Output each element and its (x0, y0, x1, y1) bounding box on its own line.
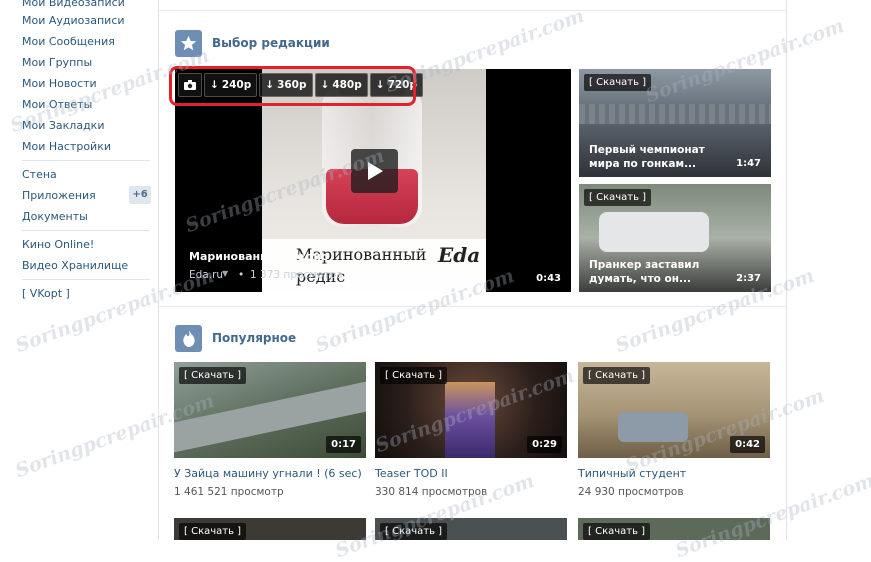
play-button[interactable] (351, 149, 398, 193)
duration-badge: 0:29 (527, 436, 562, 453)
sidebar-divider (22, 279, 150, 280)
featured-video-source[interactable]: Eda.ru (189, 269, 223, 281)
sidebar-item-audio[interactable]: Мои Аудиозаписи (22, 12, 125, 30)
video-frame (579, 104, 771, 124)
duration-badge: 1:47 (736, 158, 761, 169)
featured-video-title[interactable]: Маринованный редис (189, 250, 328, 263)
sidebar-item-video-storage[interactable]: Видео Хранилище (22, 257, 128, 275)
section-divider (158, 10, 787, 11)
download-button[interactable]: [ Скачать ] (179, 367, 247, 384)
side-video-1[interactable]: [ Скачать ] Первый чемпионат мира по гон… (579, 69, 771, 177)
sidebar-item-messages[interactable]: Мои Сообщения (22, 33, 115, 51)
popular-video-1[interactable]: [ Скачать ] 0:17 (174, 362, 366, 458)
duration-badge: 2:37 (736, 273, 761, 284)
video-views: 24 930 просмотров (578, 486, 684, 498)
video-frame (618, 412, 688, 442)
popular-video-4[interactable]: [ Скачать ] (174, 518, 366, 540)
sidebar-item-wall[interactable]: Стена (22, 166, 57, 184)
video-title[interactable]: Первый чемпионат мира по гонкам... (589, 143, 707, 171)
left-sidebar: Мои Видеозаписи Мои Аудиозаписи Мои Сооб… (0, 0, 158, 540)
star-icon (175, 30, 202, 57)
video-frame (599, 212, 709, 252)
section-divider (158, 306, 787, 307)
sidebar-divider (22, 160, 150, 161)
side-video-2[interactable]: [ Скачать ] Пранкер заставил думать, что… (579, 184, 771, 292)
sidebar-item-settings[interactable]: Мои Настройки (22, 138, 111, 156)
duration-badge: 0:42 (730, 436, 765, 453)
download-button[interactable]: [ Скачать ] (584, 74, 652, 91)
sidebar-divider (22, 230, 150, 231)
sidebar-item-answers[interactable]: Мои Ответы (22, 96, 92, 114)
download-button[interactable]: [ Скачать ] (583, 367, 651, 384)
sidebar-item-documents[interactable]: Документы (22, 208, 88, 226)
video-title[interactable]: Пранкер заставил думать, что он... (589, 258, 707, 286)
popular-title: Популярное (212, 331, 297, 345)
download-button[interactable]: [ Скачать ] (380, 523, 448, 540)
apps-count-badge: +6 (129, 186, 151, 204)
fire-icon (175, 325, 202, 352)
sidebar-item-news[interactable]: Мои Новости (22, 75, 97, 93)
eda-logo: Eda (438, 243, 481, 267)
popular-video-5[interactable]: [ Скачать ] (375, 518, 567, 540)
highlight-box (169, 66, 416, 106)
sidebar-item-vkopt[interactable]: [ VKopt ] (22, 285, 70, 303)
video-views: 330 814 просмотров (375, 486, 488, 498)
popular-video-6[interactable]: [ Скачать ] (578, 518, 770, 540)
popular-video-2[interactable]: [ Скачать ] 0:29 (375, 362, 567, 458)
video-views: 1 461 521 просмотр (174, 486, 284, 498)
chevron-down-icon[interactable]: ▼ (222, 269, 228, 278)
download-button[interactable]: [ Скачать ] (584, 189, 652, 206)
play-icon (367, 162, 383, 180)
sidebar-item-videos[interactable]: Мои Видеозаписи (22, 0, 125, 12)
editors-choice-title: Выбор редакции (212, 36, 330, 50)
sidebar-item-apps[interactable]: Приложения (22, 187, 96, 205)
video-frame (445, 382, 495, 458)
download-button[interactable]: [ Скачать ] (380, 367, 448, 384)
video-title[interactable]: Teaser TOD II (375, 467, 448, 480)
featured-video-views: 1 373 просмотра (250, 269, 343, 281)
popular-video-3[interactable]: [ Скачать ] 0:42 (578, 362, 770, 458)
duration-badge: 0:43 (536, 273, 561, 284)
sidebar-item-bookmarks[interactable]: Мои Закладки (22, 117, 104, 135)
download-button[interactable]: [ Скачать ] (583, 523, 651, 540)
download-button[interactable]: [ Скачать ] (179, 523, 247, 540)
sidebar-item-kino[interactable]: Кино Online! (22, 236, 94, 254)
video-title[interactable]: Типичный студент (578, 467, 686, 480)
sidebar-item-groups[interactable]: Мои Группы (22, 54, 92, 72)
duration-badge: 0:17 (326, 436, 361, 453)
video-title[interactable]: У Зайца машину угнали ! (6 sec) (174, 467, 362, 480)
bullet: • (238, 269, 245, 281)
